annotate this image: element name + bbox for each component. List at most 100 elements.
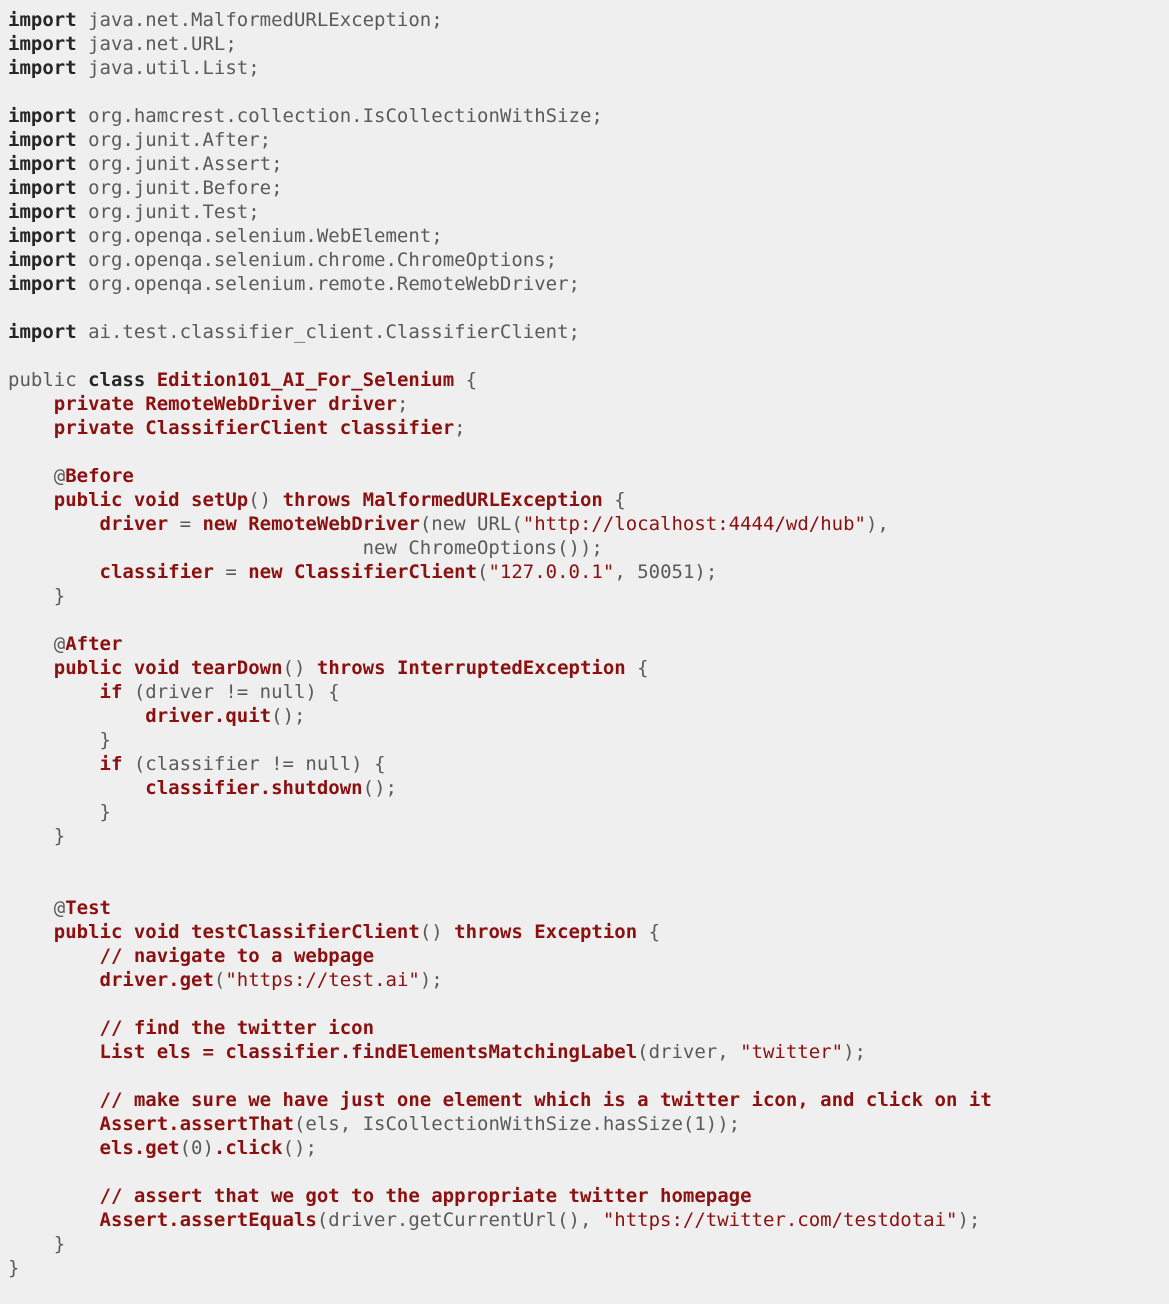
code-editor-viewport[interactable]: import java.net.MalformedURLException; im… [0, 0, 1169, 1304]
code-line: public class Edition101_AI_For_Selenium … [8, 368, 1169, 392]
code-line: els.get(0).click(); [8, 1136, 1169, 1160]
code-token-ann: Before [65, 465, 134, 487]
code-token-id: if [99, 753, 123, 775]
code-line: import org.openqa.selenium.WebElement; [8, 224, 1169, 248]
code-token-plain: @ [8, 633, 66, 655]
code-token-plain: 50051 [637, 561, 695, 583]
code-token-kw: import [8, 129, 77, 151]
code-token-plain: () [282, 657, 317, 679]
code-line: import org.junit.After; [8, 128, 1169, 152]
code-token-plain: () [419, 921, 455, 943]
code-token-str: "https://test.ai" [225, 969, 420, 991]
code-line: driver.get("https://test.ai"); [8, 968, 1169, 992]
code-token-plain: ( [477, 561, 489, 583]
code-token-plain: new ChromeOptions()); [8, 537, 603, 559]
code-token-plain: (classifier != null) { [122, 753, 386, 775]
code-token-plain: (driver.getCurrentUrl(), [316, 1209, 603, 1231]
code-token-plain: ( [213, 969, 226, 991]
code-line: // find the twitter icon [8, 1016, 1169, 1040]
code-token-plain: (driver, [637, 1041, 741, 1063]
code-line: } [8, 584, 1169, 608]
code-token-id: driver.quit [145, 705, 272, 727]
code-line: import org.openqa.selenium.chrome.Chrome… [8, 248, 1169, 272]
code-token-kw: import [8, 57, 77, 79]
code-token-plain: (els, IsCollectionWithSize.hasSize(1)); [293, 1113, 741, 1135]
code-token-plain: @ [8, 897, 66, 919]
code-token-kw: import [8, 105, 77, 127]
code-line: classifier = new ClassifierClient("127.0… [8, 560, 1169, 584]
code-token-plain: org.hamcrest.collection.IsCollectionWith… [76, 105, 603, 127]
code-token-kw: import [8, 9, 77, 31]
code-token-plain: ); [957, 1209, 981, 1231]
code-token-id: if [99, 681, 123, 703]
code-line: } [8, 1232, 1169, 1256]
code-token-plain: { [625, 657, 649, 679]
code-token-plain: = [168, 513, 203, 535]
code-token-plain: (); [282, 1137, 317, 1159]
code-line: Assert.assertEquals(driver.getCurrentUrl… [8, 1208, 1169, 1232]
code-token-com: // navigate to a webpage [99, 945, 375, 967]
code-line: @After [8, 632, 1169, 656]
code-line: driver.quit(); [8, 704, 1169, 728]
code-token-kw: import [8, 201, 77, 223]
code-token-plain: (driver != null) { [122, 681, 340, 703]
code-token-id: els.get [99, 1137, 180, 1159]
code-token-id: .click [213, 1137, 283, 1159]
code-token-id: new RemoteWebDriver [202, 513, 420, 535]
code-line: // assert that we got to the appropriate… [8, 1184, 1169, 1208]
code-token-str: "127.0.0.1" [488, 561, 615, 583]
code-token-com: // make sure we have just one element wh… [99, 1089, 992, 1111]
code-line: import org.hamcrest.collection.IsCollect… [8, 104, 1169, 128]
code-line: public void testClassifierClient() throw… [8, 920, 1169, 944]
code-token-plain: , [614, 561, 638, 583]
code-token-plain: java.net.MalformedURLException; [76, 9, 443, 31]
code-token-ann: Test [65, 897, 111, 919]
code-token-com: // find the twitter icon [99, 1017, 375, 1039]
code-token-plain: java.net.URL; [76, 33, 237, 55]
code-token-plain: org.junit.Before; [76, 177, 283, 199]
code-token-plain: () [248, 489, 283, 511]
code-line: // make sure we have just one element wh… [8, 1088, 1169, 1112]
code-line: import org.junit.Assert; [8, 152, 1169, 176]
code-token-plain: } [8, 585, 66, 607]
code-token-plain: ; [454, 417, 466, 439]
code-token-id: classifier.shutdown [145, 777, 363, 799]
code-token-kw: import [8, 225, 77, 247]
code-token-id: public void setUp [53, 489, 249, 511]
code-token-id: driver [99, 513, 169, 535]
code-token-plain: ), [865, 513, 889, 535]
code-token-plain: = [213, 561, 249, 583]
code-line: classifier.shutdown(); [8, 776, 1169, 800]
code-token-plain: (); [362, 777, 397, 799]
code-line: public void setUp() throws MalformedURLE… [8, 488, 1169, 512]
code-token-id: Assert.assertThat [99, 1113, 294, 1135]
code-token-kwp: public [8, 369, 89, 391]
code-line: if (classifier != null) { [8, 752, 1169, 776]
code-line: import org.openqa.selenium.remote.Remote… [8, 272, 1169, 296]
code-token-plain: ai.test.classifier_client.ClassifierClie… [76, 321, 580, 343]
code-token-plain: java.util.List; [76, 57, 260, 79]
code-token-kw: class [88, 369, 146, 391]
code-line: import java.net.MalformedURLException; [8, 8, 1169, 32]
code-token-plain: ); [419, 969, 443, 991]
code-line: new ChromeOptions()); [8, 536, 1169, 560]
code-line: } [8, 1256, 1169, 1280]
code-line: @Test [8, 896, 1169, 920]
code-line: import org.junit.Test; [8, 200, 1169, 224]
code-line: } [8, 728, 1169, 752]
